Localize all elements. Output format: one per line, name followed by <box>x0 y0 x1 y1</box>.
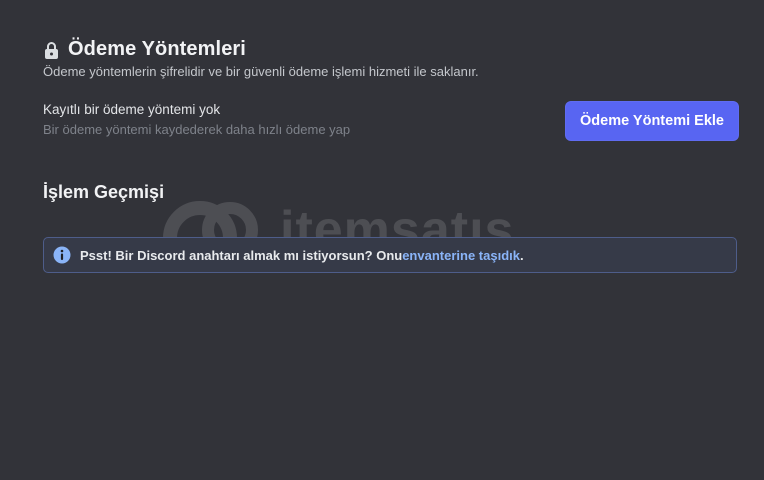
info-icon <box>53 246 71 264</box>
lock-icon <box>43 41 60 59</box>
page-title: Ödeme Yöntemleri <box>68 38 246 60</box>
inventory-link[interactable]: envanterine taşıdık <box>402 248 520 263</box>
empty-state-title: Kayıtlı bir ödeme yöntemi yok <box>43 102 221 117</box>
notice-text: Psst! Bir Discord anahtarı almak mı isti… <box>80 247 403 263</box>
add-payment-method-button[interactable]: Ödeme Yöntemi Ekle <box>565 101 739 141</box>
transaction-history-title: İşlem Geçmişi <box>43 182 165 202</box>
payment-methods-description: Ödeme yöntemlerin şifrelidir ve bir güve… <box>43 64 479 79</box>
empty-state-description: Bir ödeme yöntemi kaydederek daha hızlı … <box>43 122 351 137</box>
payment-methods-header: Ödeme Yöntemleri <box>43 38 246 61</box>
notice-end: . <box>519 247 524 263</box>
info-notice: Psst! Bir Discord anahtarı almak mı isti… <box>43 237 737 273</box>
